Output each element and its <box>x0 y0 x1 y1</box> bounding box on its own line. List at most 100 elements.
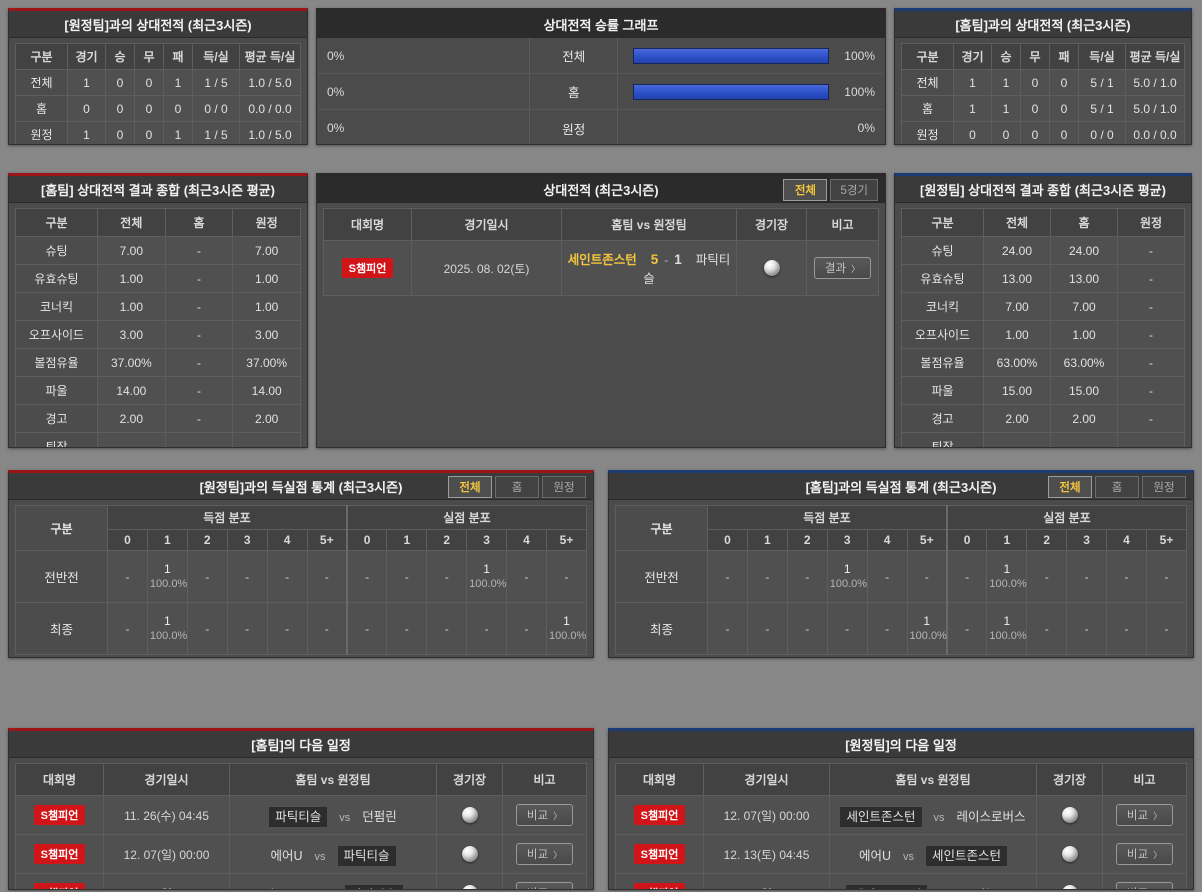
tab-home[interactable]: 홈 <box>1095 476 1139 498</box>
empty-value: - <box>444 621 449 636</box>
column-header: 홈팀 vs 원정팀 <box>561 208 737 241</box>
cell-value: 1 <box>163 121 193 144</box>
cell-value: - <box>983 432 1051 447</box>
stats-row: 최종 - 1 100.0% - - - - - - - - - 1 100.0% <box>15 602 588 655</box>
compare-button[interactable]: 비교 〉 <box>515 882 574 889</box>
score-column-header: 5+ <box>906 529 948 551</box>
conceded-cell: - <box>545 550 588 603</box>
cell-value: 0 <box>134 121 164 144</box>
cell-value: - <box>164 432 234 447</box>
top-row: [원정팀]과의 상대전적 (최근3시즌) 구분 경기 승 무 패 득/실 평균 득/실 전체 1… <box>8 8 1194 145</box>
column-header: 전체 <box>97 208 166 237</box>
cell-value: - <box>164 376 234 405</box>
tab-all[interactable]: 전체 <box>448 476 492 498</box>
group-header: 실점 분포 <box>345 505 587 530</box>
vs-away-record-table: 구분 경기 승 무 패 득/실 평균 득/실 전체 1 0 0 1 1 / 5 1.0 / 5.0 홈 0 0 0… <box>15 43 301 144</box>
count-value: 1 <box>164 562 171 576</box>
score-column-header: 0 <box>107 529 148 551</box>
cell-value: 0 / 0 <box>192 95 240 122</box>
panel-vs-away-record: [원정팀]과의 상대전적 (최근3시즌) 구분 경기 승 무 패 득/실 평균 득/실 전체 1… <box>8 8 308 145</box>
tab-5games[interactable]: 5경기 <box>830 179 878 201</box>
tab-all[interactable]: 전체 <box>783 179 828 201</box>
header-row: 구분 경기 승 무 패 득/실 평균 득/실 <box>901 43 1185 70</box>
cell-value: 1 <box>991 95 1021 122</box>
panel-title: [원정팀] 상대전적 결과 종합 (최근3시즌 평균) <box>920 182 1166 198</box>
row-label: 홈 <box>901 95 954 122</box>
stadium-icon[interactable] <box>461 885 478 889</box>
column-header: 비고 <box>502 763 587 796</box>
percent-value: 100.0% <box>989 630 1027 642</box>
score-separator: - <box>664 253 669 267</box>
button-label: 비교 <box>527 888 548 889</box>
goal-stats-table: 구분 득점 분포 실점 분포 0 1 2 3 4 5+ 0 1 2 3 4 5+ 전반전 -1 100.0% - - -… <box>15 505 588 655</box>
cell-value: 24.00 <box>983 236 1051 265</box>
score-column-header: 1 <box>146 529 188 551</box>
conceded-cell: - <box>506 602 547 655</box>
result-button[interactable]: 결과 〉 <box>813 257 872 279</box>
stadium-icon[interactable] <box>1061 885 1078 889</box>
scored-cell: - <box>107 602 148 655</box>
count-value: 1 <box>563 614 570 628</box>
scored-cell: 1 100.0% <box>826 550 868 603</box>
panel-title-bar: [홈팀]과의 상대전적 (최근3시즌) <box>895 11 1191 38</box>
scored-cell: - <box>786 550 828 603</box>
chevron-right-icon: 〉 <box>1153 889 1162 890</box>
panel-title: [원정팀]과의 상대전적 (최근3시즌) <box>64 17 252 33</box>
cell-value: - <box>97 432 166 447</box>
stadium-icon[interactable] <box>1061 846 1078 862</box>
vs-home-record-table: 구분 경기 승 무 패 득/실 평균 득/실 전체 1 1 0 0 5 / 1 5.0 / 1.0 홈 1 1 0… <box>901 43 1185 144</box>
compare-button[interactable]: 비교 〉 <box>1115 882 1174 890</box>
stadium-icon[interactable] <box>461 846 478 862</box>
table-row: 경고 2.00-2.00 <box>15 404 301 433</box>
away-win-zone: 0% <box>318 74 531 109</box>
match-row: S챔피언 12. 07(일) 00:00 세인트존스턴 vs 레이스로버스 비교 〉 <box>615 795 1187 835</box>
column-header: 평균 득/실 <box>239 43 301 70</box>
row-label: 최종 <box>615 602 708 655</box>
cell-value: 0 <box>1020 121 1050 144</box>
scored-cell: - <box>707 550 748 603</box>
compare-button[interactable]: 비교 〉 <box>515 843 574 865</box>
stadium-icon[interactable] <box>461 807 478 823</box>
panel-title: [홈팀]과의 득실점 통계 (최근3시즌) <box>805 479 997 495</box>
score-column-header: 3 <box>1066 529 1108 551</box>
match-datetime: 12. 07(일) 00:00 <box>703 795 830 835</box>
row-label: 볼점유율 <box>15 348 98 377</box>
empty-value: - <box>1124 621 1129 636</box>
score-column-header: 1 <box>386 529 428 551</box>
column-header: 경기 <box>67 43 106 70</box>
tab-all[interactable]: 전체 <box>1048 476 1092 498</box>
compare-button[interactable]: 비교 〉 <box>515 804 574 826</box>
tab-away[interactable]: 원정 <box>542 476 586 498</box>
scored-cell: - <box>266 602 308 655</box>
tab-away[interactable]: 원정 <box>1142 476 1186 498</box>
conceded-cell: - <box>426 602 468 655</box>
table-row: 파울 14.00-14.00 <box>15 376 301 405</box>
empty-value: - <box>1164 569 1169 584</box>
panel-title-bar: 상대전적 (최근3시즌) 전체 5경기 <box>317 176 885 203</box>
compare-button[interactable]: 비교 〉 <box>1115 804 1174 826</box>
cell-value: 0 <box>1049 69 1079 96</box>
row-label: 코너킥 <box>901 292 984 321</box>
stadium-icon[interactable] <box>1061 807 1078 823</box>
column-header: 홈팀 vs 원정팀 <box>829 763 1037 796</box>
home-team-name: 세인트존스턴 <box>567 253 637 267</box>
match-cell: 세인트존스턴 5-1 파틱티슬 <box>561 240 737 296</box>
cell-value: 1.00 <box>97 292 166 321</box>
home-bar-track <box>633 47 829 64</box>
panel-title-bar: [홈팀]의 다음 일정 <box>9 731 593 758</box>
tab-group: 전체 홈 원정 <box>1045 476 1186 498</box>
tab-home[interactable]: 홈 <box>495 476 539 498</box>
percent-value: 100.0% <box>149 578 188 590</box>
compare-button[interactable]: 비교 〉 <box>1115 843 1174 865</box>
home-win-zone: 100% <box>618 74 884 109</box>
cell-value: - <box>1117 264 1185 293</box>
count-value: 1 <box>1003 614 1011 628</box>
column-header: 무 <box>134 43 164 70</box>
column-header: 대회명 <box>323 208 412 241</box>
percent-value: 100.0% <box>989 578 1027 590</box>
conceded-cell: - <box>1106 550 1147 603</box>
row-label: 슈팅 <box>901 236 984 265</box>
stadium-icon[interactable] <box>763 260 780 276</box>
away-bar-track <box>373 120 514 136</box>
home-team-name: 아브로스 <box>263 888 309 890</box>
